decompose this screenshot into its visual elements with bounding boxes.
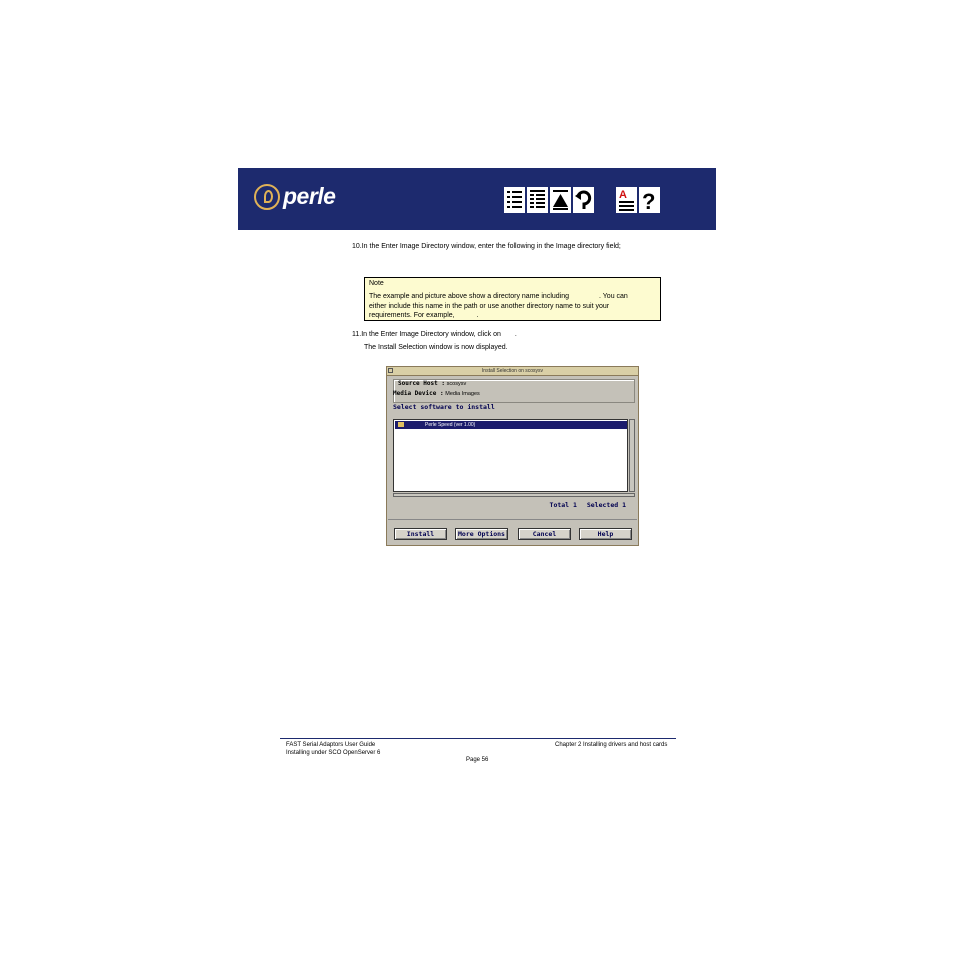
folder-icon [398, 422, 404, 427]
note-line-3b: . [476, 312, 479, 319]
step-11-text-a: 11.In the Enter Image Directory window, … [352, 331, 501, 338]
help-button[interactable]: Help [579, 528, 632, 540]
install-button[interactable]: Install [394, 528, 447, 540]
top-icon[interactable] [550, 187, 571, 213]
total-count: Total 1 [549, 501, 577, 509]
note-line-2: either include this name in the path or … [369, 302, 610, 310]
note-box: Note The example and picture above show … [364, 277, 661, 321]
media-device-label: Media Device : [393, 390, 444, 397]
footer-divider [280, 738, 676, 739]
more-options-button[interactable]: More Options [455, 528, 508, 540]
selected-count: Selected 1 [586, 501, 626, 509]
svg-text:?: ? [642, 189, 655, 213]
note-line-3a: requirements. For example, [369, 312, 455, 319]
perle-logo: perle [254, 183, 336, 210]
source-host-label: Source Host : [398, 380, 445, 387]
selection-counts: Total 1 Selected 1 [544, 501, 626, 509]
list-item[interactable]: Perle Speed (ver 1.00) [395, 421, 627, 429]
help-icon[interactable]: ? [639, 187, 660, 213]
page-number: Page 56 [466, 757, 489, 763]
glossary-icon[interactable]: A [616, 187, 637, 213]
install-selection-window: Install Selection on scosysv Source Host… [386, 366, 639, 546]
footer-guide-title: FAST Serial Adaptors User Guide [286, 742, 376, 748]
step-11-text: 11.In the Enter Image Directory window, … [352, 330, 517, 340]
media-device-value: Media Images [445, 391, 480, 397]
back-icon[interactable] [573, 187, 594, 213]
footer-left: FAST Serial Adaptors User Guide Installi… [286, 741, 380, 757]
source-host-value: scosysv [446, 381, 467, 387]
horizontal-scrollbar[interactable] [393, 493, 635, 497]
note-title: Note [369, 280, 384, 287]
logo-text: perle [283, 183, 336, 209]
note-line-1a: The example and picture above show a dir… [369, 293, 570, 300]
svg-text:A: A [619, 189, 627, 201]
select-software-label: Select software to install [393, 403, 495, 411]
footer-chapter: Chapter 2 Installing drivers and host ca… [555, 742, 668, 748]
note-line-1b: . You can [599, 293, 628, 300]
window-title: Install Selection on scosysv [387, 367, 638, 376]
divider [388, 519, 637, 520]
window-displayed-text: The Install Selection window is now disp… [364, 344, 508, 351]
perle-logo-icon [254, 183, 280, 210]
footer-section: Installing under SCO OpenServer 6 [286, 750, 381, 756]
index-icon[interactable] [527, 187, 548, 213]
step-11-text-b: . [514, 331, 517, 338]
vertical-scrollbar[interactable] [629, 419, 635, 492]
source-host: Source Host : scosysv [398, 379, 466, 389]
contents-icon[interactable] [504, 187, 525, 213]
note-body: The example and picture above show a dir… [369, 292, 656, 321]
window-menu-button[interactable] [388, 368, 393, 373]
list-item-label: Perle Speed (ver 1.00) [425, 422, 476, 428]
software-list[interactable]: Perle Speed (ver 1.00) [393, 419, 628, 492]
cancel-button[interactable]: Cancel [518, 528, 571, 540]
media-device: Media Device : Media Images [393, 389, 480, 399]
step-10-text: 10.In the Enter Image Directory window, … [352, 243, 621, 250]
